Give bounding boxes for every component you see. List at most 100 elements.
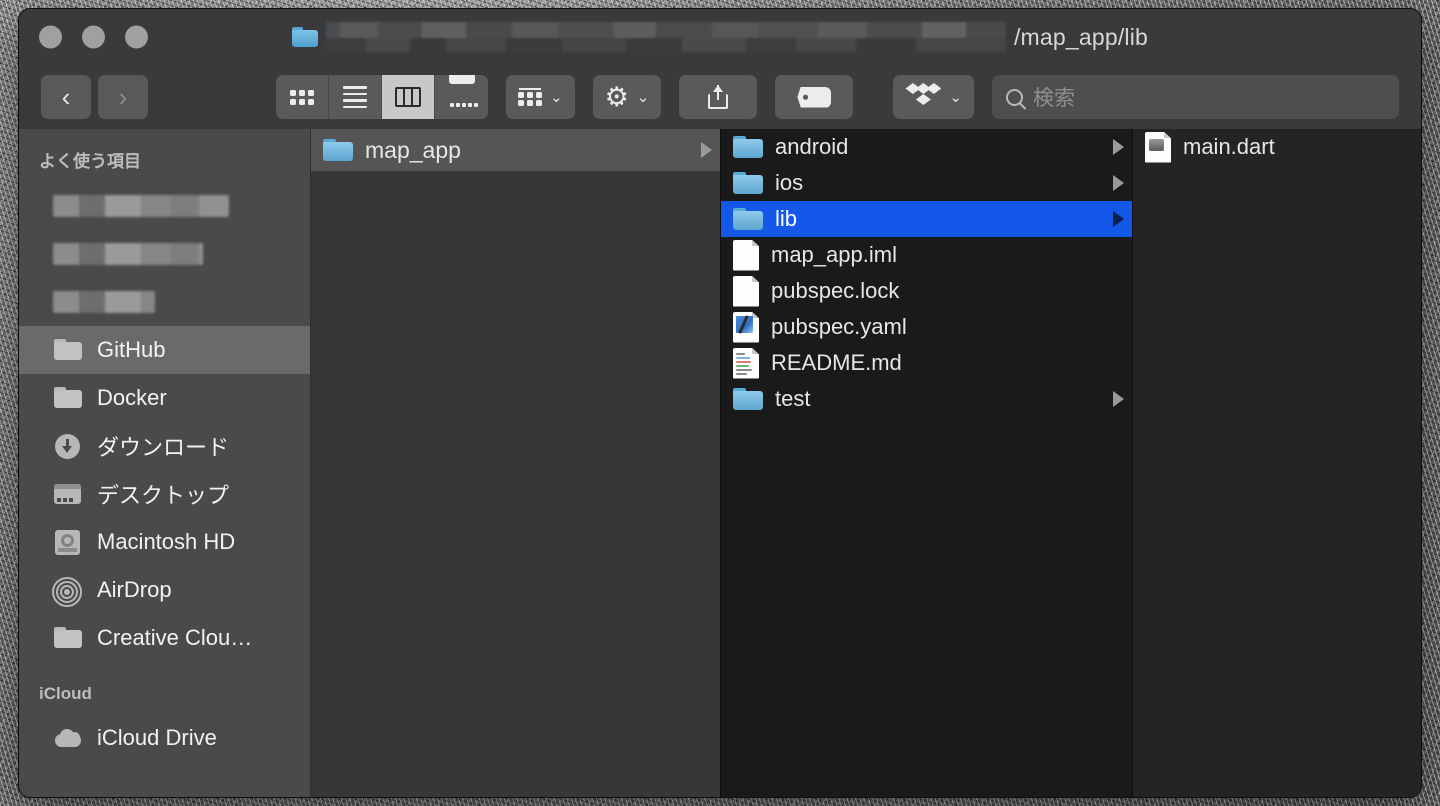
gear-icon: ⚙ [604, 81, 629, 112]
sidebar-item-label: デスクトップ [97, 483, 230, 508]
download-icon [53, 433, 83, 459]
redacted-label [53, 243, 203, 265]
disclosure-arrow-icon[interactable] [1113, 391, 1124, 407]
item-label: test [775, 386, 811, 411]
folder-icon [733, 207, 763, 231]
disclosure-arrow-icon[interactable] [1113, 175, 1124, 191]
gallery-icon [438, 75, 486, 119]
sidebar-item-github[interactable]: GitHub [19, 326, 310, 374]
list-item-selected[interactable]: lib [721, 201, 1132, 237]
sidebar-item-label: iCloud Drive [97, 725, 217, 750]
list-view-button[interactable] [329, 75, 382, 119]
chevron-down-icon: ⌄ [949, 88, 962, 106]
zoom-button[interactable] [125, 25, 148, 49]
search-icon [1005, 88, 1023, 106]
toolbar: ‹ › ⌄ ⚙ ⌄ ⌄ 検索 [19, 65, 1421, 129]
sidebar-item-label: Docker [97, 385, 167, 410]
disclosure-arrow-icon[interactable] [1113, 211, 1124, 227]
folder-icon [733, 135, 763, 159]
sidebar-item-label: AirDrop [97, 577, 172, 602]
cloud-icon [53, 725, 83, 751]
window-title: /map_app/lib [19, 9, 1421, 65]
icon-view-button[interactable] [276, 75, 329, 119]
list-item[interactable]: pubspec.lock [721, 273, 1132, 309]
redacted-path [325, 22, 1006, 52]
nav-button-group: ‹ › [41, 75, 148, 119]
item-label: map_app.iml [771, 242, 897, 267]
list-item[interactable]: android [721, 129, 1132, 165]
sidebar-item-macintosh-hd[interactable]: Macintosh HD [19, 518, 310, 566]
column-view-button[interactable] [382, 75, 435, 119]
list-item[interactable]: map_app.iml [721, 237, 1132, 273]
gallery-view-button[interactable] [435, 75, 488, 119]
redacted-label [53, 195, 229, 217]
document-icon [733, 239, 759, 271]
share-button[interactable] [679, 75, 758, 119]
list-item[interactable]: ios [721, 165, 1132, 201]
list-icon [343, 86, 367, 108]
airdrop-icon [52, 577, 83, 607]
back-button[interactable]: ‹ [41, 75, 91, 119]
sidebar-item-redacted-2[interactable] [19, 230, 310, 278]
item-label: ios [775, 170, 804, 195]
action-menu-button[interactable]: ⚙ ⌄ [592, 75, 662, 119]
sidebar-item-downloads[interactable]: ダウンロード [19, 422, 310, 470]
columns-icon [395, 87, 421, 107]
column-1: map_app [311, 129, 721, 797]
list-item[interactable]: pubspec.yaml [721, 309, 1132, 345]
item-label: lib [775, 206, 798, 231]
sidebar-item-desktop[interactable]: デスクトップ [19, 470, 310, 518]
document-text-icon [733, 347, 759, 379]
dropbox-button[interactable]: ⌄ [893, 75, 974, 119]
folder-icon [53, 385, 83, 411]
sidebar-item-creative-cloud[interactable]: Creative Clou… [19, 614, 310, 662]
disclosure-arrow-icon[interactable] [1113, 139, 1124, 155]
minimize-button[interactable] [82, 25, 105, 49]
item-label: pubspec.lock [771, 278, 900, 303]
search-placeholder: 検索 [1032, 87, 1075, 110]
forward-button[interactable]: › [98, 75, 148, 119]
sidebar-item-label: ダウンロード [97, 435, 230, 460]
traffic-light-group [39, 25, 148, 49]
column-3: main.dart [1133, 129, 1421, 797]
document-icon [733, 275, 759, 307]
harddisk-icon [53, 529, 83, 555]
close-button[interactable] [39, 25, 62, 49]
item-label: android [775, 134, 849, 159]
list-item[interactable]: map_app [311, 129, 720, 171]
column-2: android ios lib map_app.iml pubspec.lock… [721, 129, 1133, 797]
search-field[interactable]: 検索 [991, 75, 1399, 119]
list-item[interactable]: README.md [721, 345, 1132, 381]
sidebar-item-redacted-3[interactable] [19, 278, 310, 326]
desktop-icon [53, 481, 83, 507]
sidebar-item-docker[interactable]: Docker [19, 374, 310, 422]
folder-icon [53, 337, 83, 363]
window-title-text: /map_app/lib [1013, 23, 1149, 50]
tag-button[interactable] [775, 75, 854, 119]
chevron-down-icon: ⌄ [550, 88, 563, 106]
sidebar-item-label: Creative Clou… [97, 625, 253, 650]
redacted-label [53, 291, 155, 313]
document-xcode-icon [733, 311, 759, 343]
folder-icon [323, 138, 353, 162]
folder-icon [733, 171, 763, 195]
list-item[interactable]: main.dart [1133, 129, 1421, 165]
sidebar-item-icloud-drive[interactable]: iCloud Drive [19, 714, 310, 762]
folder-icon [53, 625, 83, 651]
sidebar-section-header-favorites: よく使う項目 [39, 152, 141, 171]
finder-window: /map_app/lib ‹ › ⌄ ⚙ ⌄ ⌄ 検索 よく使う項目 GitHu… [18, 8, 1422, 798]
dropbox-icon [905, 82, 942, 112]
group-by-button[interactable]: ⌄ [506, 75, 575, 119]
disclosure-arrow-icon[interactable] [701, 142, 712, 158]
sidebar-item-airdrop[interactable]: AirDrop [19, 566, 310, 614]
list-item[interactable]: test [721, 381, 1132, 417]
sidebar-item-redacted-1[interactable] [19, 182, 310, 230]
group-by-icon [518, 88, 542, 106]
item-label: pubspec.yaml [771, 314, 907, 339]
folder-icon [733, 387, 763, 411]
column-browser: map_app android ios lib map_app.iml pubs… [311, 129, 1421, 797]
grid-icon [290, 89, 314, 105]
window-titlebar[interactable]: /map_app/lib [19, 9, 1421, 65]
view-mode-segmented-control [276, 75, 488, 119]
sidebar-item-label: GitHub [97, 337, 166, 362]
